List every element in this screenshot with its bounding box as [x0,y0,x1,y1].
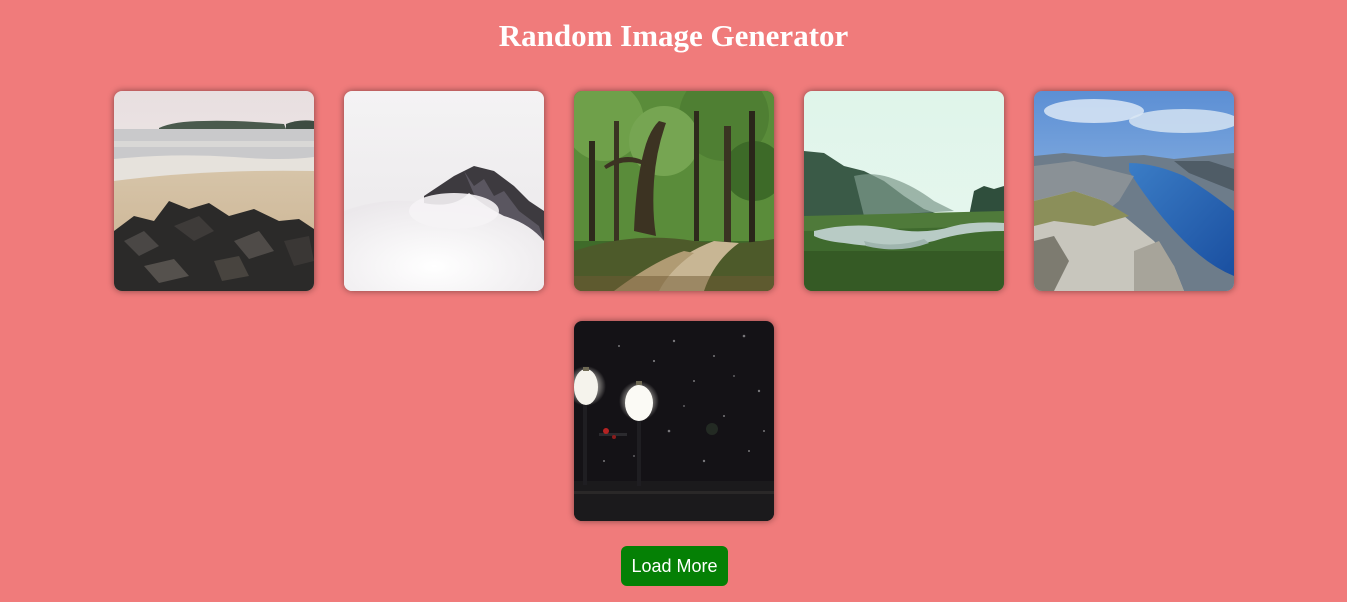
image-gallery [0,91,1347,521]
gallery-image-misty-mountain[interactable] [343,91,544,291]
gallery-image-valley-river[interactable] [803,91,1004,291]
load-more-button[interactable]: Load More [621,546,728,586]
misty-mountain-image [343,91,544,291]
gallery-image-fjord-cliff[interactable] [1033,91,1234,291]
valley-river-image [803,91,1004,291]
rocky-beach-image [113,91,314,291]
page-title: Random Image Generator [498,18,849,53]
gallery-image-forest-path[interactable] [573,91,774,291]
gallery-image-night-lamps[interactable] [573,321,774,521]
forest-path-image [573,91,774,291]
fjord-cliff-image [1033,91,1234,291]
gallery-image-rocky-beach[interactable] [113,91,314,291]
night-lamps-image [573,321,774,521]
